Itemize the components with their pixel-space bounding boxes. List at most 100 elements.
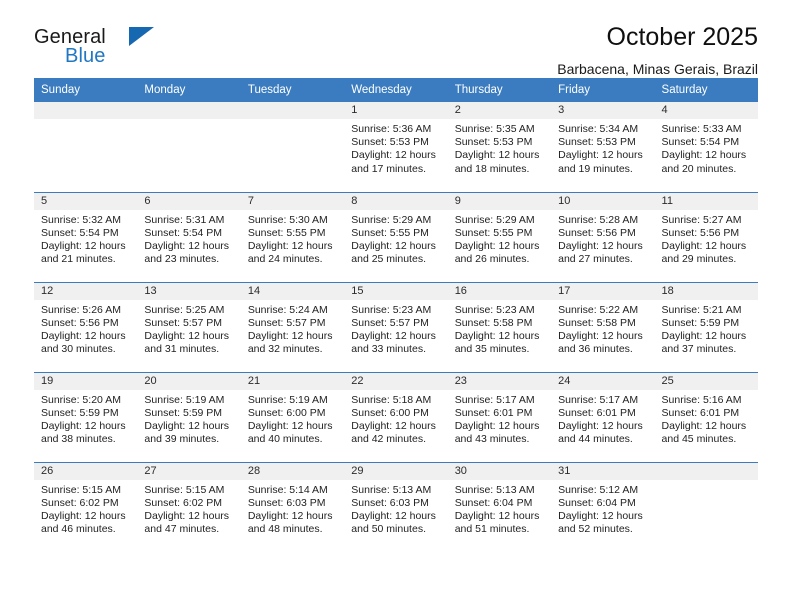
day-number: 1 [344,102,448,119]
daylight-text-line1: Daylight: 12 hours [41,419,126,432]
day-sun-info: Sunrise: 5:36 AM Sunset: 5:53 PM Daylight:… [344,119,447,176]
sunrise-text: Sunrise: 5:34 AM [558,123,639,135]
calendar-day-cell[interactable]: 26 Sunrise: 5:15 AM Sunset: 6:02 PM Dayligh… [34,461,138,552]
calendar-day-cell[interactable]: 25 Sunrise: 5:16 AM Sunset: 6:01 PM Dayligh… [654,371,758,462]
day-sun-info: Sunrise: 5:12 AM Sunset: 6:04 PM Daylight:… [551,480,654,537]
daylight-text-line2: and 42 minutes. [351,433,426,446]
sunrise-text: Sunrise: 5:27 AM [661,213,742,226]
weekday-header-sunday: Sunday [34,78,138,102]
calendar-day-cell[interactable]: 28 Sunrise: 5:14 AM Sunset: 6:03 PM Dayligh… [240,461,345,552]
calendar-day-cell[interactable]: 17 Sunrise: 5:22 AM Sunset: 5:58 PM Dayligh… [551,281,655,372]
calendar-day-cell[interactable]: 22 Sunrise: 5:18 AM Sunset: 6:00 PM Dayligh… [344,371,448,462]
calendar-day-cell[interactable]: 31 Sunrise: 5:12 AM Sunset: 6:04 PM Dayligh… [551,461,655,552]
daylight-text-line2: and 47 minutes. [144,523,220,536]
daylight-text-line1: Daylight: 12 hours [454,329,540,342]
day-number: 6 [137,192,241,210]
calendar-day-cell[interactable]: 6 Sunrise: 5:31 AM Sunset: 5:54 PM Daylight… [137,191,241,282]
day-number: 27 [137,462,241,480]
sunset-text: Sunset: 5:54 PM [661,136,740,149]
sunset-text: Sunset: 6:02 PM [41,496,119,509]
calendar-day-cell[interactable]: 19 Sunrise: 5:20 AM Sunset: 5:59 PM Dayligh… [34,371,138,462]
calendar-day-cell[interactable]: 18 Sunrise: 5:21 AM Sunset: 5:59 PM Dayligh… [654,281,758,372]
sunrise-text: Sunrise: 5:12 AM [558,483,639,496]
sunset-text: Sunset: 5:53 PM [454,136,533,149]
day-number: 28 [240,462,345,480]
weekday-header-thursday: Thursday [447,78,552,102]
sunset-text: Sunset: 6:03 PM [351,496,429,509]
calendar-cell-empty [34,102,138,192]
day-sun-info: Sunrise: 5:26 AM Sunset: 5:56 PM Daylight:… [34,300,137,357]
sunrise-text: Sunrise: 5:24 AM [247,303,328,316]
calendar-day-cell[interactable]: 24 Sunrise: 5:17 AM Sunset: 6:01 PM Dayligh… [551,371,655,462]
calendar-day-cell[interactable]: 14 Sunrise: 5:24 AM Sunset: 5:57 PM Dayligh… [240,281,345,372]
calendar-day-cell[interactable]: 7 Sunrise: 5:30 AM Sunset: 5:55 PM Daylight… [240,191,345,282]
sunrise-text: Sunrise: 5:19 AM [247,393,328,406]
weekday-header-tuesday: Tuesday [240,78,345,102]
daylight-text-line1: Daylight: 12 hours [247,329,333,342]
calendar-day-cell[interactable]: 27 Sunrise: 5:15 AM Sunset: 6:02 PM Dayligh… [137,461,241,552]
sunset-text: Sunset: 5:54 PM [144,226,223,239]
general-blue-logo[interactable]: General Blue [34,26,224,76]
sunrise-text: Sunrise: 5:17 AM [454,393,535,406]
sunset-text: Sunset: 6:00 PM [351,406,429,419]
day-number: 11 [654,192,758,210]
day-number: 7 [240,192,345,210]
sunset-text: Sunset: 5:53 PM [558,136,636,149]
calendar-day-cell[interactable]: 10 Sunrise: 5:28 AM Sunset: 5:56 PM Dayligh… [551,191,655,282]
day-number [34,102,138,119]
sunset-text: Sunset: 6:01 PM [558,406,636,419]
daylight-text-line2: and 25 minutes. [351,253,426,266]
daylight-text-line1: Daylight: 12 hours [144,239,230,252]
calendar-day-cell[interactable]: 5 Sunrise: 5:32 AM Sunset: 5:54 PM Daylight… [34,191,138,282]
sunset-text: Sunset: 5:57 PM [247,316,326,329]
sunset-text: Sunset: 6:01 PM [661,406,740,419]
day-number: 20 [137,372,241,390]
day-number: 16 [447,282,552,300]
daylight-text-line1: Daylight: 12 hours [351,239,436,252]
day-sun-info: Sunrise: 5:17 AM Sunset: 6:01 PM Daylight:… [551,390,654,447]
sunset-text: Sunset: 5:58 PM [454,316,533,329]
sunset-text: Sunset: 6:03 PM [247,496,326,509]
calendar-day-cell[interactable]: 13 Sunrise: 5:25 AM Sunset: 5:57 PM Dayligh… [137,281,241,372]
sunrise-text: Sunrise: 5:23 AM [351,303,432,316]
day-number: 19 [34,372,138,390]
sunrise-text: Sunrise: 5:25 AM [144,303,225,316]
calendar-day-cell[interactable]: 2 Sunrise: 5:35 AM Sunset: 5:53 PM Daylight… [447,102,552,192]
sunrise-text: Sunrise: 5:36 AM [351,123,432,135]
calendar-day-cell[interactable]: 29 Sunrise: 5:13 AM Sunset: 6:03 PM Dayligh… [344,461,448,552]
calendar-day-cell[interactable]: 23 Sunrise: 5:17 AM Sunset: 6:01 PM Dayligh… [447,371,552,462]
calendar-day-cell[interactable]: 21 Sunrise: 5:19 AM Sunset: 6:00 PM Dayligh… [240,371,345,462]
calendar-cell-empty [240,102,345,192]
calendar-day-cell[interactable]: 30 Sunrise: 5:13 AM Sunset: 6:04 PM Dayligh… [447,461,552,552]
sunrise-text: Sunrise: 5:30 AM [247,213,328,226]
day-number: 29 [344,462,448,480]
calendar-day-cell[interactable]: 12 Sunrise: 5:26 AM Sunset: 5:56 PM Dayligh… [34,281,138,372]
calendar-day-cell[interactable]: 3 Sunrise: 5:34 AM Sunset: 5:53 PM Daylight… [551,102,655,192]
daylight-text-line1: Daylight: 12 hours [558,509,643,522]
calendar-day-cell[interactable]: 9 Sunrise: 5:29 AM Sunset: 5:55 PM Daylight… [447,191,552,282]
sunrise-text: Sunrise: 5:26 AM [41,303,121,316]
day-number: 8 [344,192,448,210]
calendar-day-cell[interactable]: 8 Sunrise: 5:29 AM Sunset: 5:55 PM Daylight… [344,191,448,282]
sunrise-text: Sunrise: 5:35 AM [454,123,535,135]
sunset-text: Sunset: 5:56 PM [661,226,740,239]
day-sun-info: Sunrise: 5:30 AM Sunset: 5:55 PM Daylight:… [241,210,344,267]
daylight-text-line1: Daylight: 12 hours [351,419,436,432]
calendar-day-cell[interactable]: 16 Sunrise: 5:23 AM Sunset: 5:58 PM Dayligh… [447,281,552,372]
day-sun-info: Sunrise: 5:31 AM Sunset: 5:54 PM Daylight:… [137,210,240,267]
daylight-text-line2: and 51 minutes. [454,523,530,536]
daylight-text-line1: Daylight: 12 hours [351,329,436,342]
daylight-text-line1: Daylight: 12 hours [351,149,436,162]
day-number [654,462,758,480]
daylight-text-line2: and 32 minutes. [247,343,323,356]
calendar-week-row: 19 Sunrise: 5:20 AM Sunset: 5:59 PM Dayligh… [34,371,758,462]
calendar-day-cell[interactable]: 15 Sunrise: 5:23 AM Sunset: 5:57 PM Dayligh… [344,281,448,372]
day-number: 13 [137,282,241,300]
calendar-day-cell[interactable]: 4 Sunrise: 5:33 AM Sunset: 5:54 PM Daylight… [654,102,758,192]
sunrise-text: Sunrise: 5:16 AM [661,393,742,406]
day-sun-info: Sunrise: 5:17 AM Sunset: 6:01 PM Daylight:… [448,390,551,447]
daylight-text-line1: Daylight: 12 hours [351,509,436,522]
calendar-day-cell[interactable]: 20 Sunrise: 5:19 AM Sunset: 5:59 PM Dayligh… [137,371,241,462]
calendar-day-cell[interactable]: 11 Sunrise: 5:27 AM Sunset: 5:56 PM Dayligh… [654,191,758,282]
calendar-day-cell[interactable]: 1 Sunrise: 5:36 AM Sunset: 5:53 PM Daylight… [344,102,448,192]
